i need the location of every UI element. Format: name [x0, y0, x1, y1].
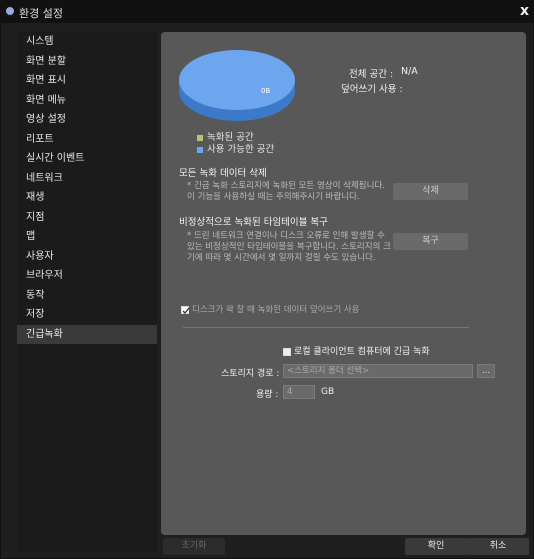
ok-button[interactable]: 확인: [405, 538, 467, 555]
check-icon: [182, 307, 190, 314]
total-space-label: 전체 공간 :: [349, 69, 394, 80]
reset-button[interactable]: 초기화: [163, 538, 225, 555]
storage-path-label: 스토리지 경로 :: [221, 369, 280, 379]
sidebar-item-action[interactable]: 동작: [17, 286, 157, 306]
cancel-button[interactable]: 취소: [467, 538, 529, 555]
local-record-label: 로컬 클라이언트 컴퓨터에 긴급 녹화: [294, 347, 430, 357]
sidebar-item-site[interactable]: 지점: [17, 208, 157, 228]
available-swatch: [197, 146, 203, 153]
recover-section-note: * 드린 네트워크 연결이나 디스크 오류로 인해 발생할 수 있는 비정상적인…: [187, 231, 391, 263]
sidebar-item-screen-split[interactable]: 화면 분할: [17, 52, 157, 72]
divider: [183, 327, 469, 328]
local-record-option[interactable]: 로컬 클라이언트 컴퓨터에 긴급 녹화: [283, 344, 430, 357]
capacity-unit: GB: [321, 387, 335, 397]
app-icon: [6, 7, 14, 15]
recover-section-title: 비정상적으로 녹화된 타임테이블 복구: [179, 217, 328, 228]
close-button[interactable]: x: [520, 3, 529, 19]
overwrite-checkbox[interactable]: [181, 305, 190, 314]
browse-button[interactable]: ...: [477, 364, 495, 378]
pie-top: [179, 50, 295, 110]
sidebar-item-network[interactable]: 네트워크: [17, 169, 157, 189]
storage-path-field[interactable]: <스토리지 폴더 선택>: [283, 364, 473, 378]
capacity-label: 용량 :: [256, 390, 279, 400]
recover-button[interactable]: 복구: [393, 233, 468, 250]
capacity-stepper[interactable]: 4: [283, 385, 315, 399]
emergency-record-panel: 0B 전체 공간 : N/A 덮어쓰기 사용 : 녹화된 공간 사용 가능한 공…: [161, 32, 526, 535]
title-bar: 환경 설정 x: [1, 1, 534, 23]
storage-pie-chart: 0B: [179, 50, 295, 121]
sidebar-item-realtime-event[interactable]: 실시간 이벤트: [17, 149, 157, 169]
overwrite-use-label: 덮어쓰기 사용 :: [341, 84, 403, 95]
pie-label: 0B: [261, 87, 270, 95]
overwrite-option-label: 디스크가 꽉 찰 때 녹화된 데이터 덮어쓰기 사용: [192, 305, 360, 315]
sidebar-item-video-settings[interactable]: 영상 설정: [17, 110, 157, 130]
overwrite-option[interactable]: 디스크가 꽉 찰 때 녹화된 데이터 덮어쓰기 사용: [181, 303, 360, 315]
sidebar-item-screen-menu[interactable]: 화면 메뉴: [17, 91, 157, 111]
sidebar-item-screen-display[interactable]: 화면 표시: [17, 71, 157, 91]
recorded-swatch: [197, 134, 203, 141]
local-record-checkbox[interactable]: [283, 347, 291, 356]
sidebar-item-report[interactable]: 리포트: [17, 130, 157, 150]
settings-sidebar: 시스템 화면 분할 화면 표시 화면 메뉴 영상 설정 리포트 실시간 이벤트 …: [17, 32, 157, 552]
sidebar-item-emergency-record[interactable]: 긴급녹화: [17, 324, 157, 344]
legend-available: 사용 가능한 공간: [197, 141, 274, 155]
legend-available-label: 사용 가능한 공간: [207, 144, 275, 155]
sidebar-item-playback[interactable]: 재생: [17, 188, 157, 208]
sidebar-item-map[interactable]: 맵: [17, 227, 157, 247]
delete-button[interactable]: 삭제: [393, 183, 468, 200]
window-title: 환경 설정: [19, 7, 63, 20]
total-space-value: N/A: [401, 66, 418, 77]
delete-section-title: 모든 녹화 데이터 삭제: [179, 168, 267, 179]
sidebar-item-system[interactable]: 시스템: [17, 32, 157, 52]
sidebar-item-user[interactable]: 사용자: [17, 247, 157, 267]
settings-window: 환경 설정 x 시스템 화면 분할 화면 표시 화면 메뉴 영상 설정 리포트 …: [0, 0, 534, 559]
sidebar-item-storage[interactable]: 저장: [17, 305, 157, 325]
delete-section-note: * 긴급 녹화 스토리지에 녹화된 모든 영상이 삭제됩니다. 이 기능을 사용…: [187, 181, 385, 202]
sidebar-item-browser[interactable]: 브라우저: [17, 266, 157, 286]
